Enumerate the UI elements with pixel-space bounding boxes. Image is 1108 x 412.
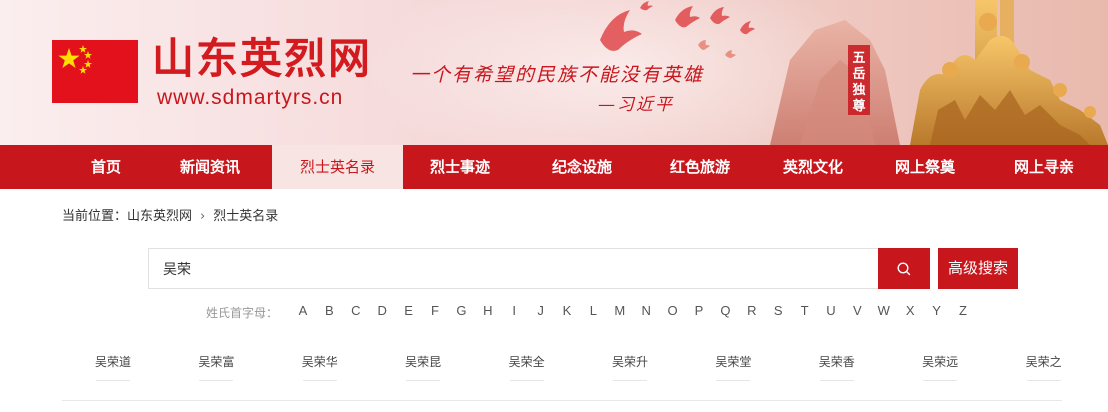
breadcrumb-prefix: 当前位置：: [62, 209, 128, 224]
breadcrumb-item-home[interactable]: 山东英烈网: [127, 205, 192, 224]
header-banner: 山东英烈网 www.sdmartyrs.cn 一个有希望的民族不能没有英雄 —习…: [0, 0, 1108, 145]
surname-initial-m[interactable]: M: [613, 303, 627, 318]
name-list-item[interactable]: 吴荣华: [285, 353, 355, 370]
site-title[interactable]: 山东英烈网: [152, 36, 372, 82]
surname-initial-v[interactable]: V: [850, 303, 864, 318]
search-box: [148, 248, 878, 289]
slogan-author: —习近平: [598, 95, 674, 115]
surname-initial-r[interactable]: R: [745, 303, 759, 318]
name-list-item[interactable]: 吴荣昆: [388, 353, 458, 370]
monument-illustration: 五 岳 独 尊: [770, 0, 1108, 145]
nav-item-family-search[interactable]: 网上寻亲: [1004, 145, 1084, 189]
breadcrumb-item-current: 烈士英名录: [213, 209, 279, 224]
name-list-item[interactable]: 吴荣富: [181, 353, 251, 370]
surname-initial-a[interactable]: A: [296, 303, 310, 318]
nav-item-martyrs-list[interactable]: 烈士英名录: [272, 145, 403, 189]
surname-initial-i[interactable]: I: [507, 303, 521, 318]
surname-initial-f[interactable]: F: [428, 303, 442, 318]
surname-initial-h[interactable]: H: [481, 303, 495, 318]
name-underline: [819, 380, 854, 381]
national-flag-icon: [52, 40, 138, 103]
surname-initial-y[interactable]: Y: [930, 303, 944, 318]
main-nav: 首页 新闻资讯 烈士英名录 烈士事迹 纪念设施 红色旅游 英烈文化 网上祭奠 网…: [0, 145, 1108, 189]
surname-initial-x[interactable]: X: [903, 303, 917, 318]
surname-initial-p[interactable]: P: [692, 303, 706, 318]
advanced-search-button[interactable]: 高级搜索: [938, 248, 1018, 289]
name-list-item[interactable]: 吴荣远: [905, 353, 975, 370]
name-underline: [302, 380, 337, 381]
nav-item-online-memorial[interactable]: 网上祭奠: [885, 145, 965, 189]
doves-icon: [600, 1, 755, 58]
name-list-item[interactable]: 吴荣升: [595, 353, 665, 370]
name-list-item[interactable]: 吴荣堂: [698, 353, 768, 370]
surname-initial-g[interactable]: G: [454, 303, 468, 318]
name-underline: [96, 380, 130, 381]
surname-initial-o[interactable]: O: [666, 303, 680, 318]
surname-initial-z[interactable]: Z: [956, 303, 970, 318]
surname-initial-l[interactable]: L: [586, 303, 600, 318]
surname-initial-c[interactable]: C: [349, 303, 363, 318]
surname-initial-q[interactable]: Q: [718, 303, 732, 318]
nav-item-martyrs-deeds[interactable]: 烈士事迹: [420, 145, 500, 189]
name-underline: [509, 380, 544, 381]
svg-text:五: 五: [852, 51, 865, 66]
divider: [62, 400, 1062, 401]
name-list-item[interactable]: 吴荣道: [78, 353, 148, 370]
svg-text:独: 独: [852, 82, 865, 98]
name-underline: [199, 380, 234, 381]
search-button[interactable]: [878, 248, 930, 289]
surname-initial-k[interactable]: K: [560, 303, 574, 318]
name-list-item[interactable]: 吴荣之: [1009, 353, 1079, 370]
surname-initial-s[interactable]: S: [771, 303, 785, 318]
surname-initial-n[interactable]: N: [639, 303, 653, 318]
name-underline: [1026, 380, 1061, 381]
nav-item-red-tourism[interactable]: 红色旅游: [660, 145, 740, 189]
name-list-item[interactable]: 吴荣香: [802, 353, 872, 370]
svg-text:尊: 尊: [852, 98, 865, 114]
surname-initial-j[interactable]: J: [534, 303, 548, 318]
site-url: www.sdmartyrs.cn: [157, 86, 344, 109]
surname-initial-b[interactable]: B: [322, 303, 336, 318]
nav-item-heroes-culture[interactable]: 英烈文化: [773, 145, 853, 189]
nav-item-home[interactable]: 首页: [66, 145, 146, 189]
nav-item-memorials[interactable]: 纪念设施: [542, 145, 622, 189]
name-underline: [406, 380, 441, 381]
svg-text:岳: 岳: [852, 67, 865, 82]
name-underline: [923, 380, 958, 381]
surname-initial-w[interactable]: W: [877, 303, 891, 318]
name-list-item[interactable]: 吴荣全: [492, 353, 562, 370]
chevron-right-icon: ›: [200, 209, 206, 224]
search-icon: [897, 261, 911, 275]
surname-initial-label: 姓氏首字母：: [206, 306, 279, 320]
name-underline: [613, 380, 647, 381]
name-underline: [716, 380, 751, 381]
nav-item-news[interactable]: 新闻资讯: [170, 145, 250, 189]
surname-initial-u[interactable]: U: [824, 303, 838, 318]
surname-initial-t[interactable]: T: [798, 303, 812, 318]
surname-initial-d[interactable]: D: [375, 303, 389, 318]
search-input[interactable]: [149, 249, 878, 288]
breadcrumb: 当前位置：山东英烈网 › 烈士英名录: [62, 205, 278, 224]
surname-initial-e[interactable]: E: [402, 303, 416, 318]
